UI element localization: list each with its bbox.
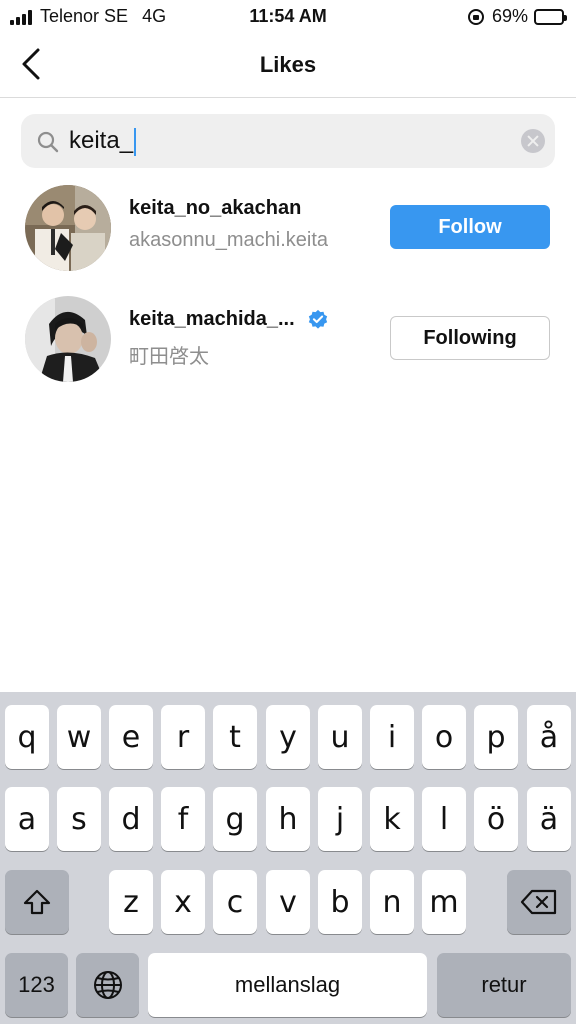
page-title: Likes — [259, 52, 317, 77]
search-query: keita_ — [69, 127, 134, 154]
key-m[interactable]: m — [422, 870, 466, 934]
keyboard: q w e r t y u i o p å a s d f g h j k l … — [0, 692, 576, 1024]
battery-icon — [534, 8, 567, 25]
key-o[interactable]: o — [422, 705, 466, 769]
key-l[interactable]: l — [422, 787, 466, 851]
avatar[interactable] — [25, 296, 111, 382]
key-c[interactable]: c — [213, 870, 257, 934]
username-line: keita_machida_... — [129, 308, 329, 331]
key-h[interactable]: h — [266, 787, 310, 851]
key-k[interactable]: k — [370, 787, 414, 851]
delete-key[interactable] — [507, 870, 571, 934]
key-x[interactable]: x — [161, 870, 205, 934]
key-a[interactable]: a — [5, 787, 49, 851]
clear-icon[interactable] — [521, 129, 545, 153]
username[interactable]: keita_machida_... — [129, 308, 295, 331]
shift-icon — [23, 889, 51, 915]
globe-key[interactable] — [76, 953, 139, 1017]
verified-badge-icon — [308, 309, 327, 329]
key-u[interactable]: u — [318, 705, 362, 769]
key-e[interactable]: e — [109, 705, 153, 769]
return-key[interactable]: retur — [437, 953, 571, 1017]
numbers-key[interactable]: 123 — [5, 953, 68, 1017]
status-bar: Telenor SE 4G 11:54 AM 69% — [0, 0, 576, 34]
key-b[interactable]: b — [318, 870, 362, 934]
key-a-umlaut[interactable]: ä — [527, 787, 571, 851]
shift-key[interactable] — [5, 870, 69, 934]
search-bar[interactable]: keita_ — [21, 114, 555, 168]
key-r[interactable]: r — [161, 705, 205, 769]
key-z[interactable]: z — [109, 870, 153, 934]
backspace-icon — [520, 889, 557, 915]
orientation-lock-icon — [467, 8, 484, 25]
key-w[interactable]: w — [57, 705, 101, 769]
key-s[interactable]: s — [57, 787, 101, 851]
key-n[interactable]: n — [370, 870, 414, 934]
battery-percent: 69% — [491, 6, 528, 26]
list-item[interactable]: keita_machida_... 町田啓太 Following — [0, 296, 576, 396]
full-name: 町田啓太 — [129, 346, 209, 368]
key-f[interactable]: f — [161, 787, 205, 851]
key-y[interactable]: y — [266, 705, 310, 769]
key-i[interactable]: i — [370, 705, 414, 769]
following-button[interactable]: Following — [390, 316, 550, 360]
text-caret — [134, 127, 137, 156]
key-t[interactable]: t — [213, 705, 257, 769]
avatar[interactable] — [25, 185, 111, 271]
key-v[interactable]: v — [266, 870, 310, 934]
globe-icon — [93, 971, 122, 999]
header: Likes — [0, 34, 576, 98]
key-p[interactable]: p — [474, 705, 518, 769]
search-input[interactable]: keita_ — [69, 114, 137, 168]
space-key[interactable]: mellanslag — [148, 953, 427, 1017]
username[interactable]: keita_no_akachan — [129, 197, 301, 220]
key-q[interactable]: q — [5, 705, 49, 769]
key-g[interactable]: g — [213, 787, 257, 851]
search-icon — [37, 131, 59, 153]
full-name: akasonnu_machi.keita — [129, 229, 329, 251]
follow-button[interactable]: Follow — [390, 205, 550, 249]
key-d[interactable]: d — [109, 787, 153, 851]
status-right: 69% — [467, 6, 567, 27]
list-item[interactable]: keita_no_akachan akasonnu_machi.keita Fo… — [0, 185, 576, 285]
key-j[interactable]: j — [318, 787, 362, 851]
key-a-ring[interactable]: å — [527, 705, 571, 769]
username-line: keita_no_akachan — [129, 197, 301, 220]
key-o-umlaut[interactable]: ö — [474, 787, 518, 851]
